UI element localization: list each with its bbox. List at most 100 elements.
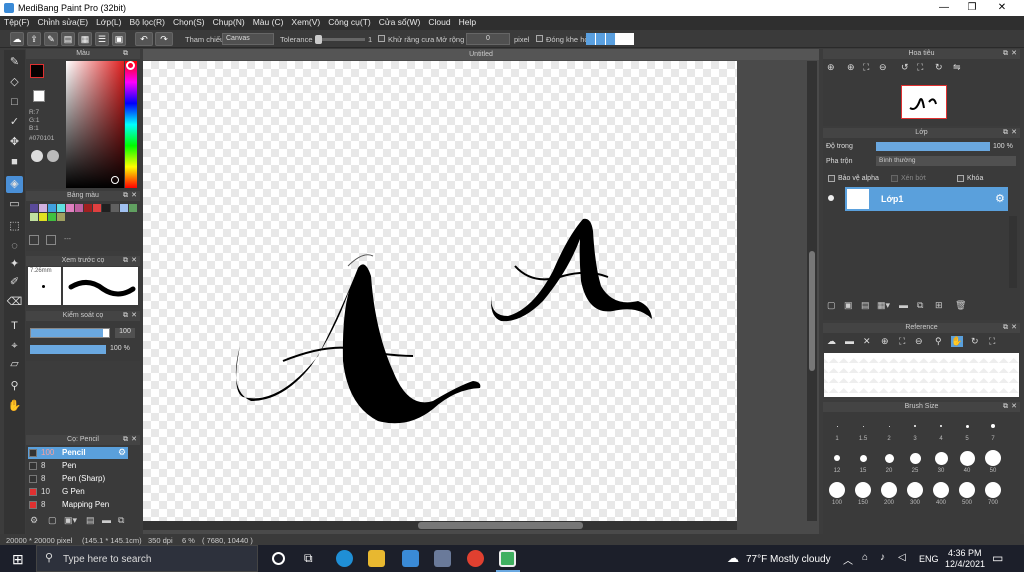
hue-slider-thumb[interactable] [126, 61, 135, 70]
hand-tool-icon[interactable]: ✋ [6, 398, 23, 415]
brush-size-option[interactable]: 7 [981, 416, 1005, 446]
new-layer-icon[interactable]: ▢ [827, 300, 836, 311]
windows-start-icon[interactable]: ⊞ [12, 551, 24, 568]
new-1bit-layer-icon[interactable]: ▤ [861, 300, 870, 311]
operation-tool-icon[interactable]: ⌖ [6, 338, 23, 355]
zoom-in-icon[interactable]: ⊕ [827, 62, 835, 73]
panel-close-icon[interactable]: ✕ [131, 191, 137, 201]
brush-settings-icon[interactable]: ⚙ [30, 515, 38, 526]
menu-view[interactable]: Xem(V) [287, 16, 324, 28]
brush-size-option[interactable]: 12 [825, 448, 849, 478]
reference-zoom-out-icon[interactable]: ⊖ [915, 336, 923, 347]
palette-swatch[interactable] [57, 213, 65, 221]
open-icon[interactable]: ⇪ [27, 32, 41, 46]
navigator-thumbnail[interactable] [901, 85, 947, 119]
zoom-out-icon[interactable]: ⊖ [879, 62, 887, 73]
brush-size-slider[interactable] [30, 328, 110, 338]
grid-icon[interactable]: ▦ [78, 32, 92, 46]
edge-icon[interactable] [336, 550, 353, 567]
background-color[interactable] [33, 90, 45, 102]
palette-swatch[interactable] [129, 204, 137, 212]
palette-swatch[interactable] [102, 204, 110, 212]
select-pen-icon[interactable]: ✐ [6, 274, 23, 291]
palette-swatch[interactable] [120, 204, 128, 212]
brush-item[interactable]: 10 G Pen [28, 486, 128, 498]
layer-settings-icon[interactable]: ⚙ [995, 192, 1005, 205]
brush-size-option[interactable]: 40 [955, 448, 979, 478]
clock-date[interactable]: 12/4/2021 [945, 559, 985, 569]
panel-popout-icon[interactable]: ⧉ [123, 49, 128, 59]
duplicate-layer-icon[interactable]: ⧉ [917, 300, 923, 311]
file-explorer-icon[interactable] [368, 550, 385, 567]
menu-edit[interactable]: Chỉnh sửa(E) [34, 16, 93, 28]
chat-icon[interactable]: ✎ [44, 32, 58, 46]
reference-eyedropper-icon[interactable]: ⚲ [935, 336, 942, 347]
panel-popout-icon[interactable]: ⧉ [123, 256, 128, 266]
close-gap-levels[interactable] [586, 33, 634, 45]
gradient-tool-icon[interactable]: ▭ [6, 196, 23, 213]
rotate-left-icon[interactable]: ↺ [901, 62, 909, 73]
brush-size-option[interactable]: 500 [955, 480, 979, 510]
panel-popout-icon[interactable]: ⧉ [123, 191, 128, 201]
lasso-tool-icon[interactable]: ◌ [6, 238, 23, 255]
tolerance-slider-thumb[interactable] [315, 35, 322, 44]
panel-popout-icon[interactable]: ⧉ [1003, 402, 1008, 412]
search-box[interactable]: ⚲ Type here to search [36, 545, 258, 572]
palette-swatch[interactable] [39, 213, 47, 221]
menu-layer[interactable]: Lớp(L) [92, 16, 125, 28]
menu-file[interactable]: Tệp(F) [0, 16, 34, 28]
reference-zoom-in-icon[interactable]: ⊕ [881, 336, 889, 347]
reference-cloud-icon[interactable]: ☁ [827, 336, 836, 347]
brush-size-value[interactable]: 100 [115, 328, 135, 338]
menu-help[interactable]: Help [455, 16, 480, 28]
brush-add-menu-icon[interactable]: ▣▾ [64, 515, 77, 526]
palette-delete-icon[interactable] [46, 235, 56, 245]
brush-size-option[interactable]: 300 [903, 480, 927, 510]
brush-size-option[interactable]: 1 [825, 416, 849, 446]
menu-snap[interactable]: Chụp(N) [209, 16, 249, 28]
palette-swatch[interactable] [48, 204, 56, 212]
rect-tool-icon[interactable]: □ [6, 94, 23, 111]
layer-folder-icon[interactable]: ▬ [899, 300, 908, 310]
mail-icon[interactable] [402, 550, 419, 567]
brush-size-option[interactable]: 1.5 [851, 416, 875, 446]
fit-icon[interactable]: ⛶ [863, 62, 869, 73]
brush-size-option[interactable]: 50 [981, 448, 1005, 478]
vertical-scrollbar-thumb[interactable] [809, 251, 815, 371]
panel-close-icon[interactable]: ✕ [1011, 402, 1017, 412]
divide-tool-icon[interactable]: ▱ [6, 356, 23, 373]
palette-add-icon[interactable] [29, 235, 39, 245]
rotate-right-icon[interactable]: ↻ [935, 62, 943, 73]
eyedropper-icon[interactable]: ⚲ [6, 378, 23, 395]
clock-time[interactable]: 4:36 PM [948, 548, 982, 558]
brush-item[interactable]: 8 Pen [28, 460, 128, 472]
color-picker-cursor[interactable] [111, 176, 119, 184]
brush-size-option[interactable]: 700 [981, 480, 1005, 510]
language-indicator[interactable]: ENG [919, 554, 939, 564]
panel-close-icon[interactable]: ✕ [1011, 128, 1017, 138]
color-mode-icon[interactable] [47, 150, 59, 162]
reference-rotate-icon[interactable]: ↻ [971, 336, 979, 347]
palette-swatch[interactable] [93, 204, 101, 212]
color-wheel-icon[interactable] [31, 150, 43, 162]
menu-select[interactable]: Chọn(S) [169, 16, 209, 28]
eraser-tool-icon[interactable]: ◇ [6, 74, 23, 91]
text-tool-icon[interactable]: T [6, 318, 23, 335]
dot-tool-icon[interactable]: ✓ [6, 114, 23, 131]
gap-level-2[interactable] [596, 33, 605, 45]
palette-swatch[interactable] [39, 204, 47, 212]
panel-popout-icon[interactable]: ⧉ [123, 311, 128, 321]
flip-icon[interactable]: ⇋ [953, 62, 961, 73]
export-icon[interactable]: ▣ [112, 32, 126, 46]
panel-popout-icon[interactable]: ⧉ [1003, 128, 1008, 138]
layer-opacity-slider[interactable] [876, 142, 990, 151]
vertical-scrollbar[interactable] [807, 61, 817, 521]
select-tool-icon[interactable]: ⬚ [6, 218, 23, 235]
palette-more[interactable]: --- [64, 236, 71, 243]
antialias-checkbox[interactable] [378, 35, 385, 42]
panel-popout-icon[interactable]: ⧉ [1003, 49, 1008, 59]
close-button[interactable]: ✕ [992, 2, 1012, 13]
panel-close-icon[interactable]: ✕ [1011, 323, 1017, 333]
speaker-icon[interactable]: ◁ [898, 552, 906, 563]
palette-swatch[interactable] [48, 213, 56, 221]
